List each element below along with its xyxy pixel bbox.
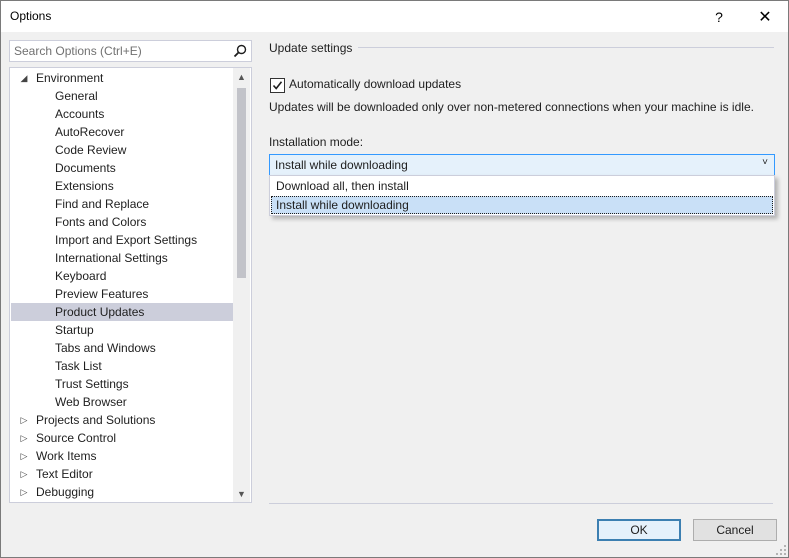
installation-mode-label: Installation mode: (269, 135, 364, 149)
tree-item[interactable]: Trust Settings (11, 375, 233, 393)
resize-grip-icon[interactable] (775, 544, 787, 556)
tree-item[interactable]: ▷ Work Items (11, 447, 233, 465)
expanded-arrow-icon[interactable]: ◢ (19, 69, 29, 87)
tree-item[interactable]: Task List (11, 357, 233, 375)
dropdown-option-label: Download all, then install (276, 179, 409, 193)
tree-item[interactable]: ◢ Environment (11, 69, 233, 87)
tree-item-label: Debugging (36, 485, 95, 499)
installation-mode-dropdown: Download all, then install Install while… (269, 175, 775, 216)
collapsed-arrow-icon[interactable]: ▷ (19, 411, 29, 429)
auto-download-checkbox[interactable] (270, 78, 285, 93)
search-input[interactable]: Search Options (Ctrl+E) (9, 40, 252, 62)
tree-item[interactable]: Code Review (11, 141, 233, 159)
search-icon[interactable] (232, 43, 248, 59)
footer-divider (269, 503, 773, 504)
collapsed-arrow-icon[interactable]: ▷ (19, 429, 29, 447)
section-title: Update settings (269, 41, 353, 55)
dropdown-option-label: Install while downloading (276, 198, 409, 212)
tree-item-label: Work Items (36, 449, 97, 463)
tree-item-label: Keyboard (55, 269, 107, 283)
checkmark-icon (272, 81, 283, 90)
tree-item-label: Environment (36, 71, 104, 85)
dropdown-option-install-while-downloading[interactable]: Install while downloading (271, 196, 773, 214)
tree-item-label: Task List (55, 359, 102, 373)
tree-item-label: Code Review (55, 143, 127, 157)
tree-item[interactable]: ▷ Projects and Solutions (11, 411, 233, 429)
dropdown-option-download-all[interactable]: Download all, then install (271, 177, 773, 195)
scroll-down-icon[interactable]: ▼ (233, 485, 250, 502)
tree-item[interactable]: Web Browser (11, 393, 233, 411)
tree-item[interactable]: Keyboard (11, 267, 233, 285)
tree-item[interactable]: Accounts (11, 105, 233, 123)
tree-item-label: Startup (55, 323, 94, 337)
tree-item-label: Fonts and Colors (55, 215, 147, 229)
tree-item-label: Projects and Solutions (36, 413, 156, 427)
tree-item-label: Preview Features (55, 287, 149, 301)
tree-item-label: Accounts (55, 107, 105, 121)
installation-mode-value: Install while downloading (275, 158, 408, 172)
close-button[interactable]: ✕ (742, 1, 788, 32)
tree-item[interactable]: Documents (11, 159, 233, 177)
tree-item[interactable]: Startup (11, 321, 233, 339)
search-placeholder: Search Options (Ctrl+E) (14, 44, 142, 58)
tree-item[interactable]: Product Updates (11, 303, 233, 321)
tree-item-label: Web Browser (55, 395, 127, 409)
tree-item[interactable]: Tabs and Windows (11, 339, 233, 357)
scroll-up-icon[interactable]: ▲ (233, 68, 250, 85)
options-dialog: Options ? ✕ Search Options (Ctrl+E) ▷ Deb… (0, 0, 789, 558)
section-divider (358, 47, 774, 48)
tree-item[interactable]: Fonts and Colors (11, 213, 233, 231)
tree-item[interactable]: Extensions (11, 177, 233, 195)
tree-item[interactable]: AutoRecover (11, 123, 233, 141)
tree-item-label: Tabs and Windows (55, 341, 156, 355)
options-tree[interactable]: ▷ Debugging ▷ Text Editor ▷ Work Items ▷ Source… (9, 67, 252, 503)
title-bar[interactable]: Options ? ✕ (1, 1, 788, 32)
tree-item[interactable]: General (11, 87, 233, 105)
help-button[interactable]: ? (696, 1, 742, 32)
tree-item-label: Source Control (36, 431, 117, 445)
tree-item-label: AutoRecover (55, 125, 125, 139)
installation-mode-select[interactable]: Install while downloading ˅ (269, 154, 775, 176)
chevron-down-icon[interactable]: ˅ (762, 157, 768, 168)
auto-download-label[interactable]: Automatically download updates (289, 77, 461, 91)
tree-item-label: Import and Export Settings (55, 233, 198, 247)
tree-item-label: General (55, 89, 98, 103)
collapsed-arrow-icon[interactable]: ▷ (19, 483, 29, 501)
tree-item-label: Extensions (55, 179, 114, 193)
tree-item[interactable]: International Settings (11, 249, 233, 267)
tree-item[interactable]: ▷ Debugging (11, 483, 233, 501)
tree-item-label: Find and Replace (55, 197, 150, 211)
tree-item-label: Product Updates (55, 305, 145, 319)
tree-item[interactable]: ▷ Text Editor (11, 465, 233, 483)
collapsed-arrow-icon[interactable]: ▷ (19, 465, 29, 483)
collapsed-arrow-icon[interactable]: ▷ (19, 447, 29, 465)
tree-item[interactable]: Import and Export Settings (11, 231, 233, 249)
tree-item-label: Text Editor (36, 467, 93, 481)
tree-item[interactable]: ▷ Source Control (11, 429, 233, 447)
cancel-button[interactable]: Cancel (693, 519, 777, 541)
scroll-thumb[interactable] (237, 88, 246, 278)
tree-item-label: International Settings (55, 251, 168, 265)
window-title: Options (10, 9, 52, 23)
tree-item[interactable]: Find and Replace (11, 195, 233, 213)
info-text: Updates will be downloaded only over non… (269, 100, 754, 114)
tree-scrollbar[interactable]: ▲ ▼ (233, 68, 250, 502)
tree-item-label: Trust Settings (55, 377, 129, 391)
tree-item[interactable]: Preview Features (11, 285, 233, 303)
tree-item-label: Documents (55, 161, 116, 175)
ok-button[interactable]: OK (597, 519, 681, 541)
